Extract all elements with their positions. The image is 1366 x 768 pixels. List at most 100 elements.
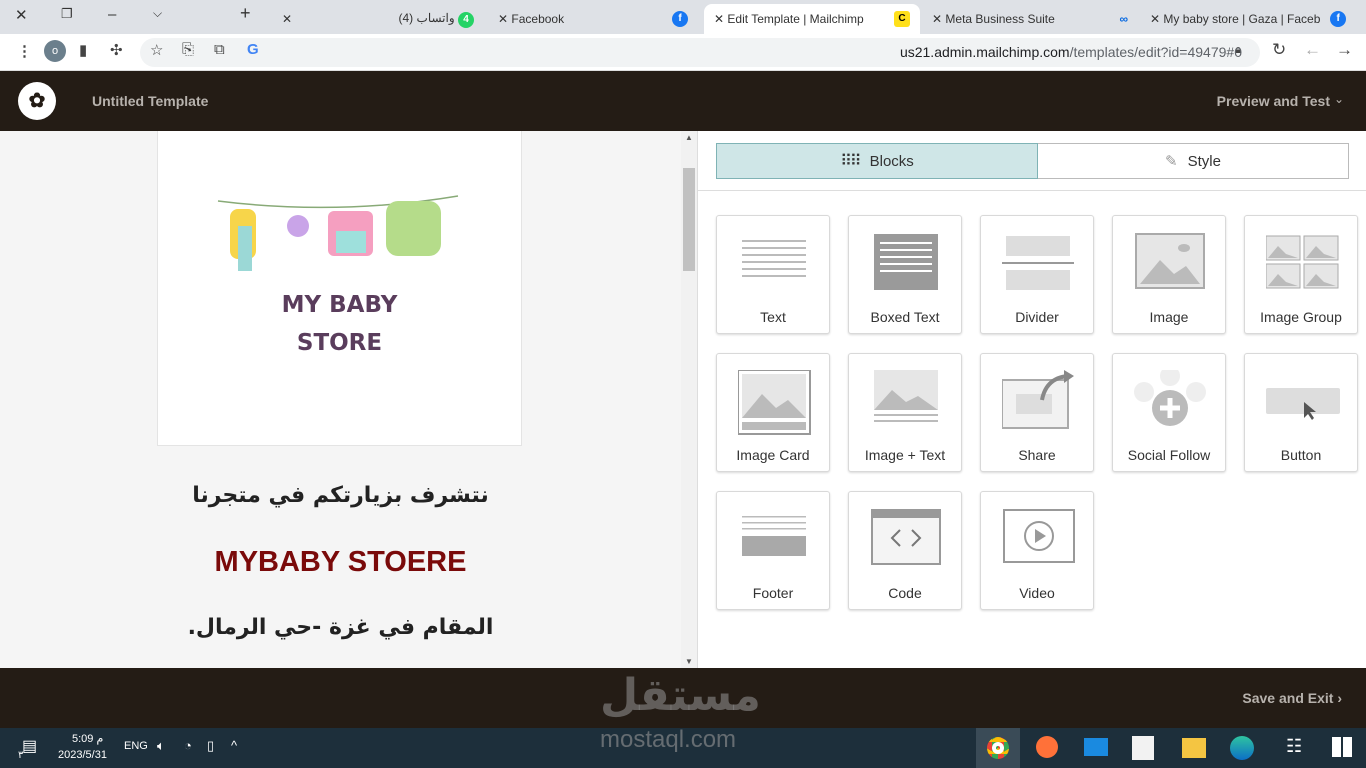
profile-avatar[interactable]: o — [44, 40, 66, 62]
chrome-taskbar-icon[interactable] — [976, 728, 1020, 768]
block-label: Social Follow — [1127, 447, 1211, 463]
close-tab-icon[interactable]: ✕ — [932, 12, 942, 26]
block-image-text[interactable]: Image + Text — [848, 353, 962, 472]
battery-icon[interactable]: ▯ — [207, 738, 214, 754]
new-tab-icon[interactable]: + — [240, 3, 251, 24]
logo-text-line2: STORE — [296, 330, 383, 356]
divider-icon — [1002, 236, 1074, 290]
tab-search-icon[interactable]: ⌵ — [153, 6, 162, 21]
close-tab-icon[interactable]: ✕ — [714, 12, 724, 26]
brand-text[interactable]: MYBABY STOERE — [0, 546, 681, 579]
share-icon[interactable]: ⎘ — [182, 41, 194, 58]
google-icon[interactable]: G — [247, 41, 259, 58]
share-icon — [1002, 370, 1074, 429]
windows-start-icon[interactable] — [1332, 737, 1352, 757]
scroll-down-icon[interactable]: ▼ — [685, 657, 693, 666]
notifications-icon[interactable]: ▤ — [22, 736, 37, 756]
edge-icon[interactable] — [1230, 736, 1254, 760]
side-panel-icon[interactable]: ▮ — [79, 41, 87, 59]
template-title[interactable]: Untitled Template — [92, 93, 208, 109]
text-icon — [742, 240, 806, 277]
wifi-icon[interactable]: ◔ — [184, 738, 192, 753]
tab-facebook[interactable]: ✕ Facebook f — [488, 4, 698, 34]
tab-mailchimp[interactable]: ✕ Edit Template | Mailchimp C — [704, 4, 920, 34]
facebook-icon: f — [1330, 11, 1346, 27]
email-preview: MY BABY STORE نتشرف بزيارتكم في متجرنا M… — [0, 131, 697, 668]
tab-meta[interactable]: ✕ Meta Business Suite ∞ — [922, 4, 1138, 34]
block-boxed-text[interactable]: Boxed Text — [848, 215, 962, 334]
mailchimp-logo[interactable]: ✿ — [18, 82, 56, 120]
tab-facebook-page[interactable]: ✕ My baby store | Gaza | Faceb f — [1140, 4, 1356, 34]
url-text[interactable]: us21.admin.mailchimp.com/templates/edit?… — [900, 44, 1242, 60]
image-group-icon — [1266, 235, 1339, 289]
firefox-icon[interactable] — [1036, 736, 1058, 758]
block-code[interactable]: Code — [848, 491, 962, 610]
block-image-group[interactable]: Image Group — [1244, 215, 1358, 334]
tab-style[interactable]: ✎ Style — [1038, 143, 1349, 179]
block-label: Image Card — [736, 447, 810, 463]
watermark-text: mostaql.com — [600, 726, 737, 753]
block-video[interactable]: Video — [980, 491, 1094, 610]
reload-icon[interactable]: ↻ — [1272, 40, 1286, 60]
location-text[interactable]: المقام في غزة -حي الرمال. — [0, 615, 681, 640]
close-tab-icon[interactable]: ✕ — [282, 12, 292, 26]
translate-icon[interactable]: ⧉ — [214, 41, 225, 58]
mail-icon[interactable] — [1084, 738, 1108, 756]
code-icon — [871, 509, 941, 565]
chevron-down-icon[interactable]: ⌄ — [1334, 92, 1344, 106]
scrollbar-thumb[interactable] — [683, 168, 695, 271]
save-and-exit-button[interactable]: Save and Exit › — [1242, 690, 1342, 706]
scrollbar[interactable]: ▲ ▼ — [681, 131, 697, 668]
preview-and-test-button[interactable]: Preview and Test — [1217, 93, 1330, 109]
close-tab-icon[interactable]: ✕ — [1150, 12, 1160, 26]
editor-footer: Save and Exit › مستقل — [0, 668, 1366, 728]
facebook-icon: f — [672, 11, 688, 27]
block-image-card[interactable]: Image Card — [716, 353, 830, 472]
image-icon — [1135, 233, 1205, 289]
image-text-icon — [874, 370, 938, 422]
block-label: Image + Text — [864, 447, 946, 463]
tab-blocks[interactable]: ⠿⠿ Blocks — [716, 143, 1038, 179]
clock-date[interactable]: 2023/5/31 — [58, 749, 107, 761]
logo-block[interactable]: MY BABY STORE — [157, 131, 522, 446]
clock-time[interactable]: 5:09 م — [72, 732, 103, 745]
store-icon[interactable] — [1132, 736, 1154, 760]
block-image[interactable]: Image — [1112, 215, 1226, 334]
notification-count: ٣ — [18, 750, 24, 761]
video-icon — [1003, 509, 1075, 563]
logo-text-line1: MY BABY — [281, 292, 398, 318]
block-label: Video — [1019, 585, 1055, 601]
forward-icon[interactable]: ← — [1304, 40, 1321, 60]
block-label: Text — [760, 309, 786, 325]
block-label: Image — [1149, 309, 1189, 325]
browser-tab-bar: ✕ ❐ – ⌵ + ✕ (4) واتساب 4 ✕ Facebook f ✕ … — [0, 0, 1366, 34]
minimize-window-icon[interactable]: – — [108, 6, 116, 23]
menu-icon[interactable]: ⋮ — [17, 42, 32, 60]
task-view-icon[interactable]: ☷ — [1286, 736, 1302, 757]
taskbar: mostaql.com ▤ ٣ 5:09 م 2023/5/31 ENG 🔈︎ … — [0, 726, 1366, 768]
block-text[interactable]: Text — [716, 215, 830, 334]
block-share[interactable]: Share — [980, 353, 1094, 472]
welcome-text[interactable]: نتشرف بزيارتكم في متجرنا — [0, 483, 681, 508]
tab-whatsapp[interactable]: ✕ (4) واتساب 4 — [272, 4, 484, 34]
close-window-icon[interactable]: ✕ — [15, 6, 28, 24]
grid-icon: ⠿⠿ — [840, 153, 861, 170]
footer-icon — [742, 516, 806, 556]
bookmark-star-icon[interactable]: ☆ — [150, 41, 163, 59]
meta-icon: ∞ — [1119, 12, 1128, 26]
close-tab-icon[interactable]: ✕ — [498, 12, 508, 26]
block-divider[interactable]: Divider — [980, 215, 1094, 334]
block-button[interactable]: Button — [1244, 353, 1358, 472]
file-explorer-icon[interactable] — [1182, 738, 1206, 758]
block-label: Image Group — [1260, 309, 1342, 325]
block-footer[interactable]: Footer — [716, 491, 830, 610]
scroll-up-icon[interactable]: ▲ — [685, 133, 693, 142]
show-hidden-icons[interactable]: ^ — [231, 738, 237, 753]
block-social-follow[interactable]: Social Follow — [1112, 353, 1226, 472]
language-indicator[interactable]: ENG — [124, 740, 148, 752]
restore-window-icon[interactable]: ❐ — [61, 6, 73, 22]
extensions-icon[interactable]: ✣ — [110, 41, 123, 59]
back-icon[interactable]: → — [1336, 40, 1353, 60]
volume-icon[interactable]: 🔈︎ — [157, 738, 165, 754]
block-label: Footer — [752, 585, 794, 601]
